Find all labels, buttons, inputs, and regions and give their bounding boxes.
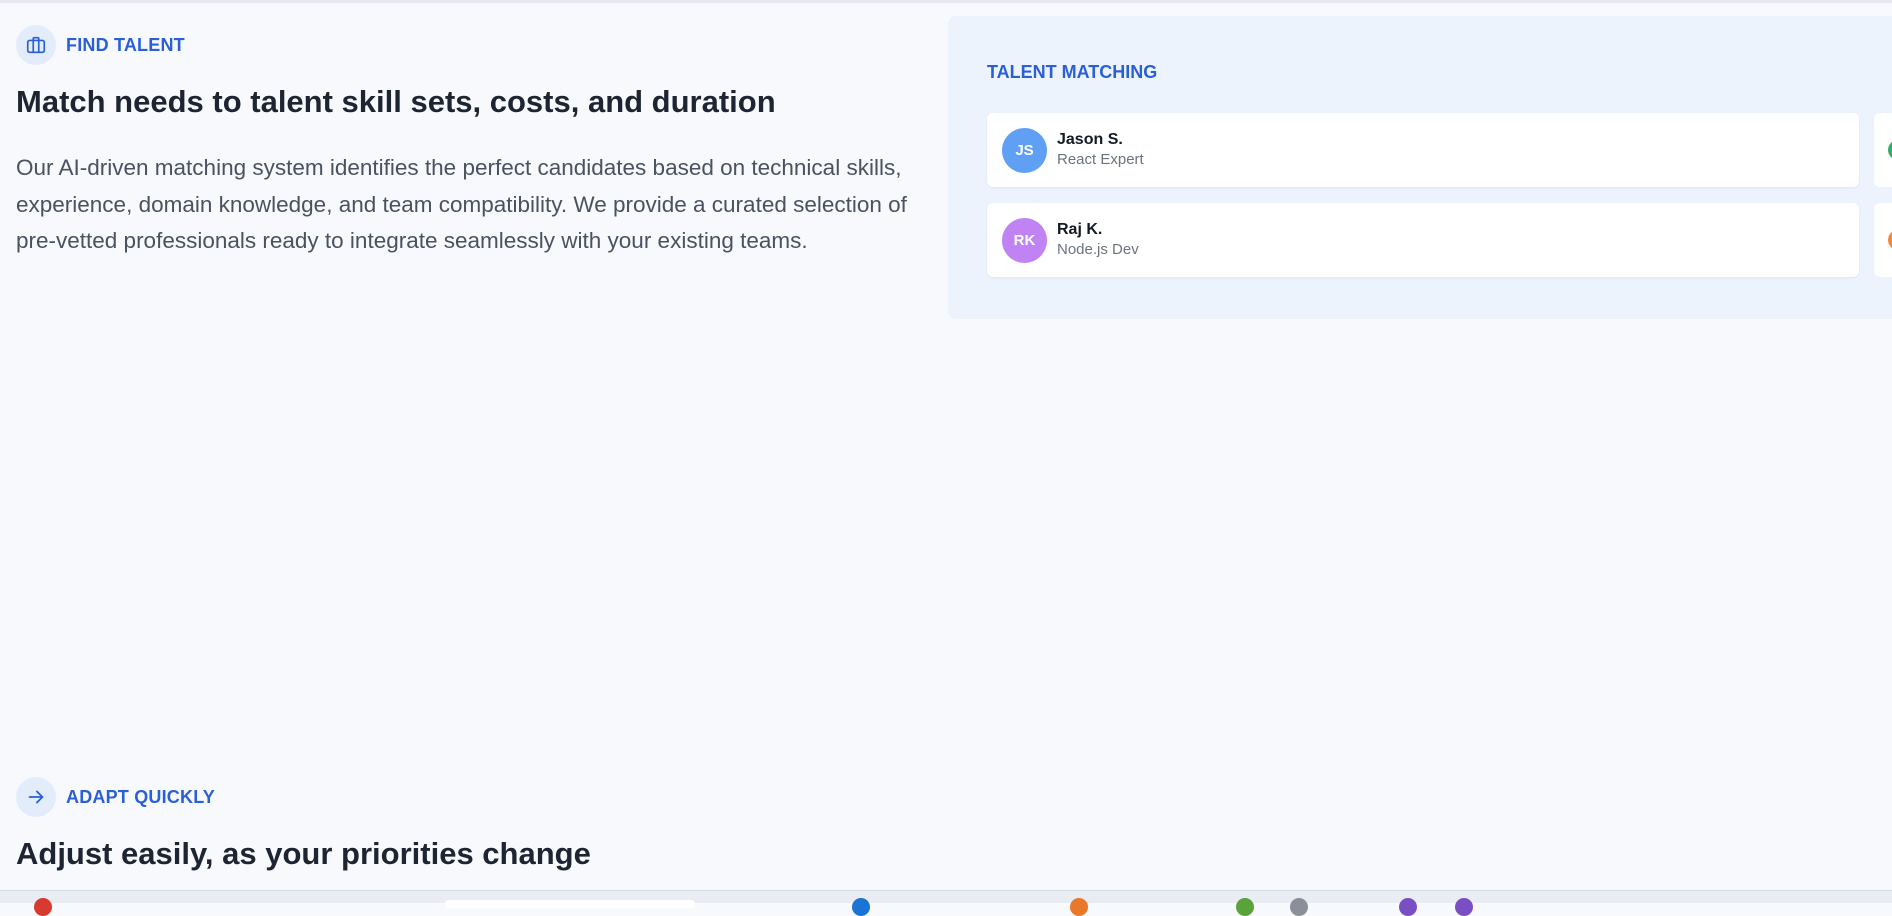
find-talent-heading: Match needs to talent skill sets, costs,…	[16, 84, 776, 119]
candidate-card-raj[interactable]: RK Raj K. Node.js Dev	[987, 203, 1859, 277]
app-icon[interactable]	[1455, 898, 1473, 916]
adapt-quickly-label: ADAPT QUICKLY	[66, 786, 215, 807]
avatar: JS	[1002, 128, 1047, 173]
candidate-role: React Expert	[1057, 151, 1144, 168]
adapt-quickly-heading: Adjust easily, as your priorities change	[16, 836, 591, 871]
app-icon[interactable]	[852, 898, 870, 916]
top-border	[0, 0, 1892, 3]
find-talent-description: Our AI-driven matching system identifies…	[16, 155, 907, 253]
talent-matching-title: TALENT MATCHING	[987, 62, 1158, 82]
avatar	[1888, 230, 1892, 250]
avatar	[1888, 140, 1892, 160]
arrow-right-icon	[16, 777, 56, 817]
candidate-name: Raj K.	[1057, 221, 1103, 238]
app-icon[interactable]	[34, 898, 52, 916]
candidate-card-jason[interactable]: JS Jason S. React Expert	[987, 113, 1859, 187]
taskbar-search-bar[interactable]	[445, 900, 695, 908]
app-icon[interactable]	[1070, 898, 1088, 916]
taskbar	[0, 890, 1892, 916]
adapt-quickly-eyebrow: ADAPT QUICKLY	[16, 777, 215, 817]
candidate-card-partial[interactable]	[1874, 113, 1892, 187]
find-talent-eyebrow: FIND TALENT	[16, 25, 185, 65]
candidate-name: Jason S.	[1057, 131, 1123, 148]
app-icon[interactable]	[1236, 898, 1254, 916]
app-icon[interactable]	[1290, 898, 1308, 916]
app-icon[interactable]	[1399, 898, 1417, 916]
briefcase-icon	[16, 25, 56, 65]
find-talent-label: FIND TALENT	[66, 34, 185, 55]
candidate-card-partial[interactable]	[1874, 203, 1892, 277]
candidate-role: Node.js Dev	[1057, 241, 1139, 258]
avatar: RK	[1002, 218, 1047, 263]
